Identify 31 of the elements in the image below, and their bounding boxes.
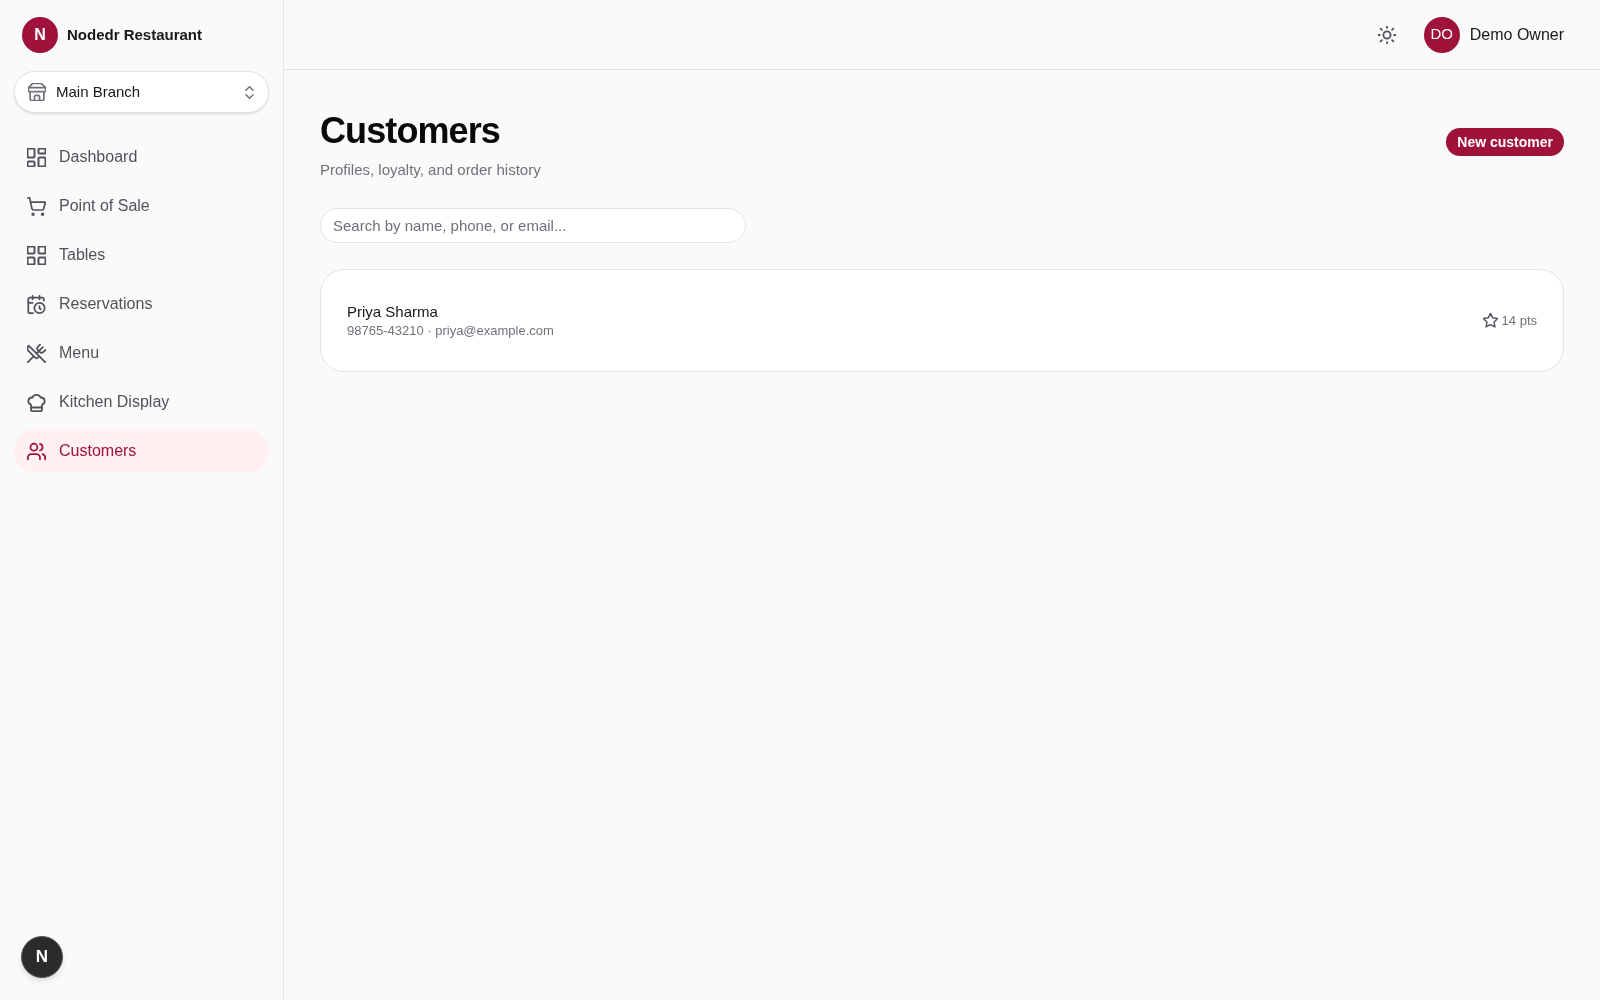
utensils-icon bbox=[27, 343, 46, 363]
loyalty-points: 14 pts bbox=[1501, 311, 1537, 330]
nav-item[interactable]: Menu bbox=[14, 331, 269, 375]
store-icon bbox=[28, 83, 46, 101]
brand-logo: N bbox=[22, 17, 58, 53]
customer-card[interactable]: Priya Sharma 98765-43210 · priya@example.com 14 pts bbox=[320, 269, 1564, 372]
nav-item[interactable]: Reservations bbox=[14, 282, 269, 326]
chevrons-icon bbox=[245, 85, 254, 99]
nav-item[interactable]: Kitchen Display bbox=[14, 380, 269, 424]
nav-item[interactable]: Tables bbox=[14, 233, 269, 277]
users-icon bbox=[27, 441, 46, 461]
user-avatar[interactable]: DO bbox=[1423, 16, 1460, 53]
sun-icon bbox=[1377, 25, 1396, 44]
chef-hat-icon bbox=[27, 392, 46, 412]
cart-icon bbox=[27, 196, 46, 216]
nav-item[interactable]: Dashboard bbox=[14, 135, 269, 179]
user-name: Demo Owner bbox=[1469, 24, 1564, 45]
search-field[interactable]: Search by name, phone, or email... bbox=[320, 208, 746, 243]
layout-icon bbox=[27, 147, 46, 167]
page-title: Customers bbox=[320, 111, 501, 151]
brand-name: Nodedr Restaurant bbox=[67, 24, 203, 45]
grid-icon bbox=[27, 245, 46, 265]
customer-name: Priya Sharma bbox=[347, 301, 439, 322]
nav-item[interactable]: Customers bbox=[14, 429, 269, 473]
calendar-clock-icon bbox=[27, 294, 46, 314]
branch-selector[interactable]: Main Branch bbox=[14, 71, 269, 113]
page-subtitle: Profiles, loyalty, and order history bbox=[320, 160, 541, 180]
nav-item[interactable]: Point of Sale bbox=[14, 184, 269, 228]
star-icon bbox=[1482, 313, 1498, 328]
new-customer-button[interactable]: New customer bbox=[1446, 128, 1564, 156]
customer-contact: 98765-43210 · priya@example.com bbox=[347, 321, 554, 340]
